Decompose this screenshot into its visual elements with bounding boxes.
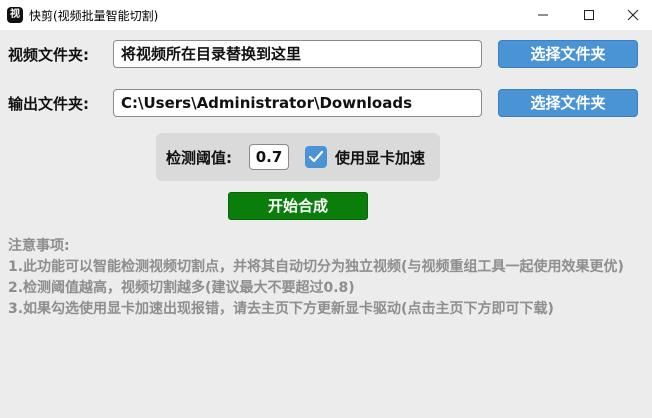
note-item: 2.检测阈值越高，视频切割越多(建议最大不要超过0.8) bbox=[8, 280, 355, 296]
maximize-icon bbox=[584, 10, 594, 20]
threshold-input[interactable]: 0.7 bbox=[249, 144, 289, 170]
video-folder-input[interactable]: 将视频所在目录替换到这里 bbox=[113, 40, 482, 68]
choose-output-folder-button[interactable]: 选择文件夹 bbox=[498, 89, 638, 117]
choose-video-folder-button[interactable]: 选择文件夹 bbox=[498, 40, 638, 68]
app-window: 视 快剪(视频批量智能切割) 视频文件夹: 将视频所在目录替换到这里 选择文件夹… bbox=[0, 0, 652, 418]
app-logo-icon: 视 bbox=[7, 7, 23, 23]
checkmark-icon bbox=[308, 150, 324, 163]
note-item: 3.如果勾选使用显卡加速出现报错，请去主页下方更新显卡驱动(点击主页下方即可下载… bbox=[8, 301, 554, 317]
close-button[interactable] bbox=[612, 0, 652, 30]
maximize-button[interactable] bbox=[566, 0, 612, 30]
notes-heading: 注意事项: bbox=[8, 238, 70, 254]
window-title: 快剪(视频批量智能切割) bbox=[29, 9, 159, 23]
note-item: 1.此功能可以智能检测视频切割点，并将其自动切分为独立视频(与视频重组工具一起使… bbox=[8, 259, 624, 275]
close-icon bbox=[627, 9, 639, 21]
title-bar: 视 快剪(视频批量智能切割) bbox=[0, 0, 652, 30]
output-folder-input[interactable]: C:\Users\Administrator\Downloads bbox=[113, 89, 482, 117]
minimize-button[interactable] bbox=[520, 0, 566, 30]
start-button[interactable]: 开始合成 bbox=[228, 192, 368, 220]
options-panel: 检测阈值: 0.7 使用显卡加速 bbox=[156, 133, 440, 181]
threshold-label: 检测阈值: bbox=[166, 149, 232, 167]
gpu-acceleration-checkbox[interactable] bbox=[305, 146, 327, 168]
gpu-acceleration-label[interactable]: 使用显卡加速 bbox=[335, 147, 425, 168]
minimize-icon bbox=[538, 14, 548, 16]
notes-section: 注意事项: 1.此功能可以智能检测视频切割点，并将其自动切分为独立视频(与视频重… bbox=[8, 236, 646, 320]
output-folder-label: 输出文件夹: bbox=[8, 95, 89, 113]
video-folder-label: 视频文件夹: bbox=[8, 46, 89, 64]
